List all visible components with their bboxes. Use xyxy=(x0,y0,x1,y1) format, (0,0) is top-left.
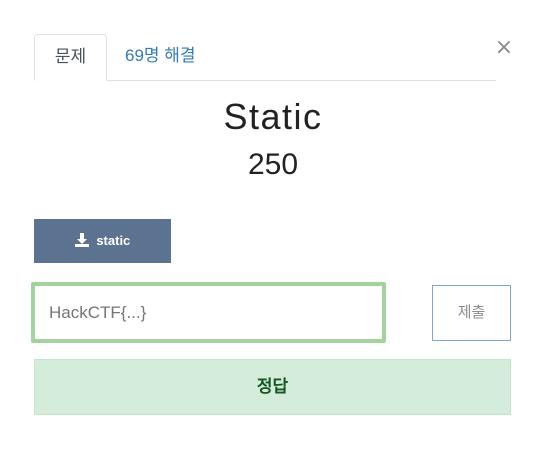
tab-challenge[interactable]: 문제 xyxy=(34,34,107,81)
download-icon xyxy=(74,233,89,247)
challenge-modal: × 문제 69명 해결 Static 250 static 제출 정답 xyxy=(0,0,546,464)
download-file-button[interactable]: static xyxy=(34,219,171,263)
submit-button[interactable]: 제출 xyxy=(432,285,511,341)
close-button[interactable]: × xyxy=(494,36,514,60)
tab-solves[interactable]: 69명 해결 xyxy=(125,34,196,80)
challenge-name: Static xyxy=(223,96,323,137)
flag-input[interactable] xyxy=(31,282,386,343)
challenge-tabs: 문제 69명 해결 xyxy=(34,34,496,81)
challenge-value: 250 xyxy=(247,148,299,181)
result-message: 정답 xyxy=(34,359,511,415)
download-file-label: static xyxy=(96,233,131,248)
